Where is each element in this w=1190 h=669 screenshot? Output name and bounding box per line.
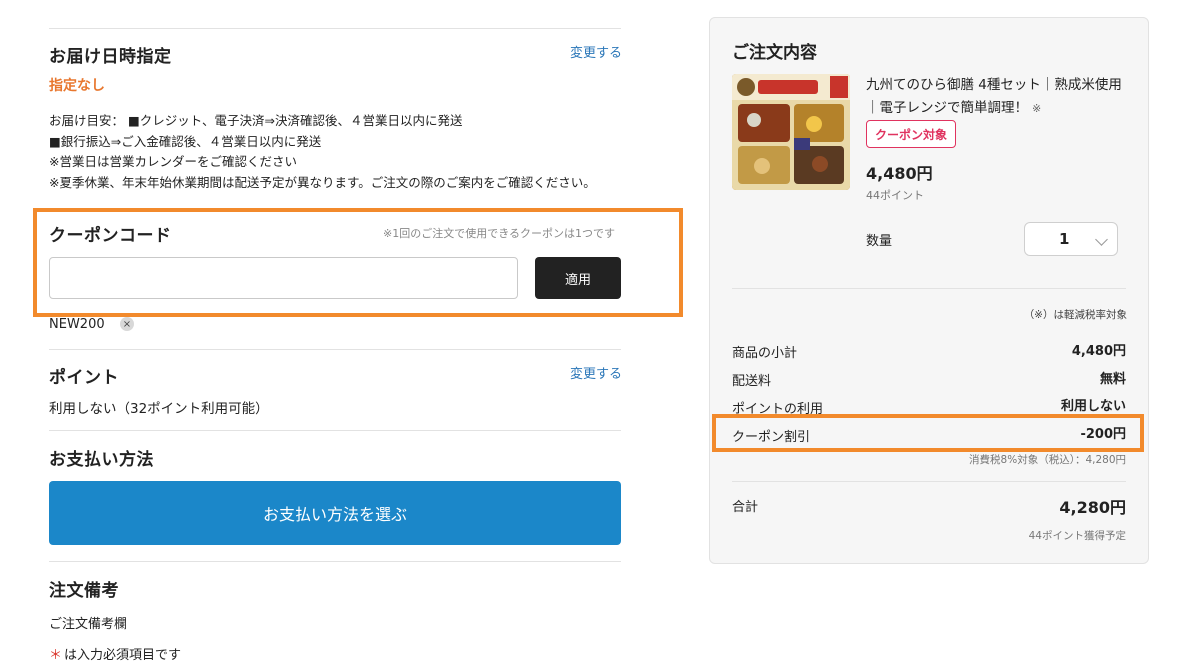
delivery-note-line: お届け目安： ■クレジット、電子決済⇒決済確認後、４営業日以内に発送 <box>49 113 463 128</box>
payment-title: お支払い方法 <box>49 450 154 470</box>
total-value: 4,280円 <box>1059 498 1126 517</box>
quantity-select[interactable]: 1 <box>1024 222 1118 256</box>
divider <box>49 561 621 562</box>
required-note: ＊は入力必須項目です <box>49 644 181 663</box>
subtotal-label: 商品の小計 <box>732 346 798 361</box>
subtotal-value: 4,480円 <box>1071 344 1126 359</box>
divider <box>732 288 1126 289</box>
select-payment-button[interactable]: お支払い方法を選ぶ <box>49 481 621 545</box>
order-summary-title: ご注文内容 <box>732 43 817 63</box>
product-price: 4,480円 <box>866 164 933 183</box>
coupon-note: ※1回のご注文で使用できるクーポンは1つです <box>383 227 615 240</box>
earn-points-note: 44ポイント獲得予定 <box>1028 530 1126 542</box>
quantity-label: 数量 <box>866 234 893 249</box>
delivery-note-line: ※夏季休業、年末年始休業期間は配送予定が異なります。ご注文の際のご案内をご確認く… <box>49 175 596 190</box>
reduced-tax-mark: ※ <box>1032 102 1042 115</box>
delivery-note-line: ※営業日は営業カレンダーをご確認ください <box>49 154 297 169</box>
remarks-field-label: ご注文備考欄 <box>49 617 128 632</box>
divider <box>49 430 621 431</box>
delivery-change-link[interactable]: 変更する <box>570 42 622 61</box>
quantity-value: 1 <box>1059 230 1070 248</box>
required-note-text: は入力必須項目です <box>64 648 182 663</box>
points-change-link[interactable]: 変更する <box>570 363 622 382</box>
tax-detail: 消費税8%対象（税込）：4,280円 <box>969 454 1126 466</box>
delivery-title: お届け日時指定 <box>49 47 172 67</box>
coupon-title: クーポンコード <box>49 226 172 246</box>
required-star: ＊ <box>49 648 63 663</box>
divider <box>49 349 621 350</box>
product-name-text: 九州てのひら御膳 4種セット｜熟成米使用｜電子レンジで簡単調理！ <box>866 77 1122 116</box>
remarks-title: 注文備考 <box>49 581 119 601</box>
shipping-value: 無料 <box>1099 372 1126 387</box>
food-bento-image <box>732 74 850 190</box>
points-usage-value: 利用しない <box>1060 399 1126 414</box>
total-label: 合計 <box>732 500 759 515</box>
product-name[interactable]: 九州てのひら御膳 4種セット｜熟成米使用｜電子レンジで簡単調理！ ※ <box>866 74 1130 120</box>
chevron-down-icon <box>1095 233 1108 246</box>
reduced-tax-note: （※）は軽減税率対象 <box>1023 309 1127 321</box>
apply-coupon-button[interactable]: 適用 <box>535 257 621 299</box>
points-status: 利用しない（32ポイント利用可能） <box>49 401 269 417</box>
divider <box>49 28 621 29</box>
coupon-code-input[interactable] <box>49 257 518 299</box>
product-points: 44ポイント <box>866 189 924 202</box>
applied-coupon-code: NEW200 <box>49 317 105 332</box>
shipping-label: 配送料 <box>732 374 772 389</box>
points-title: ポイント <box>49 368 119 388</box>
delivery-selected-value: 指定なし <box>49 78 105 94</box>
coupon-discount-value: -200円 <box>1080 427 1126 442</box>
coupon-eligible-badge: クーポン対象 <box>866 120 957 148</box>
divider <box>732 481 1126 482</box>
coupon-discount-label: クーポン割引 <box>732 430 811 445</box>
remove-coupon-icon[interactable]: × <box>120 317 134 331</box>
delivery-note-line: ■銀行振込⇒ご入金確認後、４営業日以内に発送 <box>49 134 322 149</box>
